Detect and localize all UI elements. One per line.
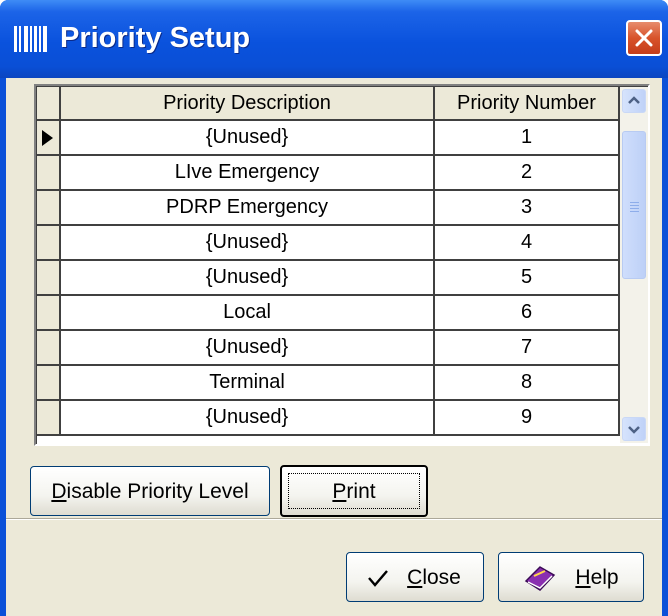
row-indicator[interactable]: [37, 296, 61, 331]
disable-priority-level-button[interactable]: Disable Priority Level: [30, 466, 270, 516]
help-button[interactable]: Help: [498, 552, 644, 602]
cell-priority-description[interactable]: {Unused}: [61, 121, 435, 156]
grip-line: [630, 208, 639, 209]
grip-line: [630, 202, 639, 203]
row-indicator[interactable]: [37, 156, 61, 191]
title-bar[interactable]: Priority Setup: [0, 0, 668, 78]
cell-priority-number[interactable]: 1: [435, 121, 620, 156]
cell-priority-description[interactable]: LIve Emergency: [61, 156, 435, 191]
chevron-down-icon: [628, 426, 640, 434]
cell-priority-number[interactable]: 8: [435, 366, 620, 401]
label-rest: lose: [422, 566, 461, 589]
chevron-up-icon: [628, 96, 640, 104]
cell-priority-number[interactable]: 7: [435, 331, 620, 366]
cell-priority-description[interactable]: {Unused}: [61, 226, 435, 261]
cell-priority-description[interactable]: PDRP Emergency: [61, 191, 435, 226]
cell-priority-number[interactable]: 5: [435, 261, 620, 296]
label-rest: rint: [346, 480, 376, 503]
dialog-body: Priority Description Priority Number {Un…: [6, 78, 662, 616]
label-rest: elp: [590, 566, 619, 589]
row-indicator[interactable]: [37, 261, 61, 296]
close-x-glyph: [635, 29, 653, 47]
window-title: Priority Setup: [60, 22, 251, 54]
column-header-number[interactable]: Priority Number: [435, 87, 620, 121]
print-button[interactable]: Print: [280, 465, 428, 517]
cell-priority-number[interactable]: 2: [435, 156, 620, 191]
grid-corner-header: [37, 87, 61, 121]
row-indicator[interactable]: [37, 121, 61, 156]
scroll-up-button[interactable]: [622, 89, 646, 113]
print-label: Print: [282, 480, 426, 504]
cell-priority-description[interactable]: Local: [61, 296, 435, 331]
cell-priority-description[interactable]: {Unused}: [61, 261, 435, 296]
mnemonic-letter: D: [51, 480, 67, 503]
barcode-icon: [14, 26, 47, 52]
close-label: Close: [385, 566, 483, 590]
help-label: Help: [551, 566, 643, 590]
cell-priority-description[interactable]: {Unused}: [61, 331, 435, 366]
scroll-down-button[interactable]: [622, 417, 646, 441]
priority-grid-inner: Priority Description Priority Number {Un…: [36, 86, 648, 444]
cell-priority-number[interactable]: 9: [435, 401, 620, 436]
priority-setup-window: Priority Setup Priority Description Prio…: [0, 0, 668, 616]
row-indicator[interactable]: [37, 401, 61, 436]
disable-priority-level-label: Disable Priority Level: [31, 480, 269, 504]
row-indicator[interactable]: [37, 331, 61, 366]
row-indicator[interactable]: [37, 226, 61, 261]
vertical-scrollbar[interactable]: [620, 87, 648, 443]
cell-priority-number[interactable]: 3: [435, 191, 620, 226]
grip-line: [630, 211, 639, 212]
cell-priority-description[interactable]: {Unused}: [61, 401, 435, 436]
separator-highlight: [6, 519, 662, 520]
close-icon[interactable]: [626, 20, 662, 56]
row-indicator[interactable]: [37, 191, 61, 226]
cell-priority-description[interactable]: Terminal: [61, 366, 435, 401]
mnemonic-letter: C: [407, 566, 423, 589]
mnemonic-letter: H: [575, 566, 591, 589]
cell-priority-number[interactable]: 6: [435, 296, 620, 331]
close-button[interactable]: Close: [346, 552, 484, 602]
grip-line: [630, 205, 639, 206]
scroll-thumb[interactable]: [622, 131, 646, 279]
row-indicator[interactable]: [37, 366, 61, 401]
cell-priority-number[interactable]: 4: [435, 226, 620, 261]
mnemonic-letter: P: [332, 480, 347, 503]
label-rest: isable Priority Level: [66, 480, 249, 503]
column-header-description[interactable]: Priority Description: [61, 87, 435, 121]
priority-grid[interactable]: Priority Description Priority Number {Un…: [34, 84, 650, 446]
